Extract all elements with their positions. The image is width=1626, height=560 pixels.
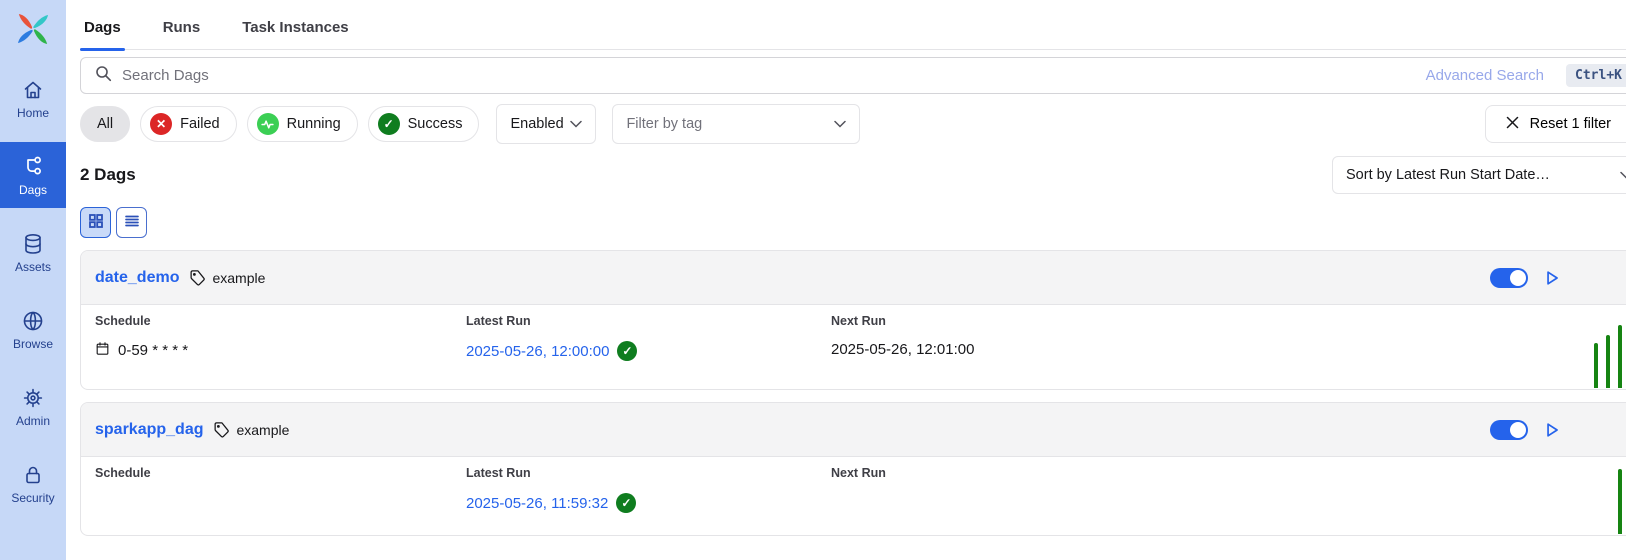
browse-icon	[21, 309, 45, 333]
latest-run-label: Latest Run	[466, 314, 831, 328]
chevron-down-icon	[570, 116, 582, 132]
schedule-value: 0-59 * * * *	[118, 342, 188, 359]
filter-chip-running[interactable]: Running	[247, 106, 358, 142]
run-duration-bar[interactable]	[1618, 325, 1622, 388]
sort-select[interactable]: Sort by Latest Run Start Date…	[1332, 156, 1626, 194]
enabled-filter-select[interactable]: Enabled	[496, 104, 596, 144]
advanced-search-link[interactable]: Advanced Search	[1426, 67, 1544, 84]
chip-label: Failed	[180, 116, 220, 132]
tag-filter-select[interactable]: Filter by tag	[612, 104, 860, 144]
success-check-icon: ✓	[616, 493, 636, 513]
filter-chip-failed[interactable]: ✕ Failed	[140, 106, 237, 142]
sidebar-item-label: Assets	[15, 261, 51, 273]
shortcut-badge: Ctrl+K	[1566, 64, 1626, 87]
sidebar-item-browse[interactable]: Browse	[0, 296, 66, 362]
success-circle-icon: ✓	[378, 113, 400, 135]
dag-card-date-demo: date_demo example	[80, 250, 1626, 390]
dag-count-heading: 2 Dags	[80, 165, 136, 185]
reset-label: Reset 1 filter	[1530, 116, 1611, 132]
search-input[interactable]	[122, 67, 1416, 84]
tag-placeholder: Filter by tag	[626, 116, 702, 132]
tag-icon	[213, 421, 230, 438]
chip-label: All	[97, 116, 113, 132]
schedule-label: Schedule	[95, 466, 466, 480]
airflow-logo-icon[interactable]	[13, 9, 53, 54]
chevron-down-icon	[1620, 167, 1626, 183]
sidebar-item-security[interactable]: Security	[0, 450, 66, 516]
trigger-dag-button[interactable]	[1543, 269, 1561, 287]
run-duration-bars	[1618, 469, 1622, 534]
selected-sort: Sort by Latest Run Start Date…	[1346, 167, 1550, 183]
schedule-label: Schedule	[95, 314, 466, 328]
sidebar-item-label: Dags	[19, 184, 47, 196]
dag-card-body: Schedule Latest Run 2025-05-26, 11:59:32…	[81, 457, 1626, 535]
toggle-knob	[1510, 422, 1526, 438]
home-icon	[21, 78, 45, 102]
list-icon	[123, 212, 141, 233]
assets-icon	[21, 232, 45, 256]
dag-card-header: sparkapp_dag example	[81, 403, 1626, 457]
run-duration-bars	[1594, 325, 1622, 388]
main-content: Dags Runs Task Instances Advanced Search…	[66, 0, 1626, 560]
grid-view-button[interactable]	[80, 207, 111, 238]
grid-icon	[87, 212, 105, 233]
failed-circle-icon: ✕	[150, 113, 172, 135]
sidebar-item-admin[interactable]: Admin	[0, 373, 66, 439]
sidebar-item-home[interactable]: Home	[0, 65, 66, 131]
view-toggle-group	[80, 207, 1626, 238]
admin-icon	[21, 386, 45, 410]
tab-runs[interactable]: Runs	[159, 19, 205, 49]
tab-dags[interactable]: Dags	[80, 19, 125, 49]
airflow-app: Home Dags Assets	[0, 0, 1626, 560]
search-bar: Advanced Search Ctrl+K	[80, 57, 1626, 94]
sidebar-item-label: Admin	[16, 415, 50, 427]
dag-card-header: date_demo example	[81, 251, 1626, 305]
tag-icon	[189, 269, 206, 286]
run-duration-bar[interactable]	[1594, 343, 1598, 388]
filters-row: All ✕ Failed Running ✓ Success Enabled	[80, 104, 1626, 144]
run-duration-bar[interactable]	[1606, 335, 1610, 388]
latest-run-link[interactable]: 2025-05-26, 12:00:00	[466, 343, 609, 360]
tab-task-instances[interactable]: Task Instances	[238, 19, 352, 49]
search-icon	[95, 65, 112, 87]
sidebar-item-label: Home	[17, 107, 49, 119]
filter-chip-success[interactable]: ✓ Success	[368, 106, 480, 142]
next-run-value: 2025-05-26, 12:01:00	[831, 341, 974, 358]
chip-label: Running	[287, 116, 341, 132]
chip-label: Success	[408, 116, 463, 132]
dag-tag[interactable]: example	[212, 270, 265, 286]
reset-filters-button[interactable]: Reset 1 filter	[1485, 105, 1626, 143]
toggle-knob	[1510, 270, 1526, 286]
calendar-icon	[95, 341, 110, 360]
next-run-label: Next Run	[831, 466, 886, 480]
dag-name-link[interactable]: sparkapp_dag	[95, 421, 203, 439]
list-view-button[interactable]	[116, 207, 147, 238]
sidebar: Home Dags Assets	[0, 0, 66, 560]
chevron-down-icon	[834, 116, 846, 132]
summary-row: 2 Dags Sort by Latest Run Start Date…	[80, 156, 1626, 194]
next-run-label: Next Run	[831, 314, 974, 328]
filter-chip-all[interactable]: All	[80, 106, 130, 142]
sidebar-item-assets[interactable]: Assets	[0, 219, 66, 285]
sidebar-item-label: Security	[11, 492, 54, 504]
run-duration-bar[interactable]	[1618, 469, 1622, 534]
close-icon	[1506, 116, 1519, 133]
top-tabbar: Dags Runs Task Instances	[80, 0, 1626, 50]
dag-pause-toggle[interactable]	[1490, 268, 1528, 288]
security-icon	[21, 463, 45, 487]
dag-tag[interactable]: example	[236, 422, 289, 438]
dag-card-body: Schedule 0-59 * * * * Latest Run 2025-05…	[81, 305, 1626, 389]
trigger-dag-button[interactable]	[1543, 421, 1561, 439]
dag-name-link[interactable]: date_demo	[95, 269, 179, 287]
sidebar-item-label: Browse	[13, 338, 53, 350]
latest-run-label: Latest Run	[466, 466, 831, 480]
running-circle-icon	[257, 113, 279, 135]
selected-value: Enabled	[510, 116, 563, 132]
sidebar-item-dags[interactable]: Dags	[0, 142, 66, 208]
dag-pause-toggle[interactable]	[1490, 420, 1528, 440]
dag-card-sparkapp-dag: sparkapp_dag example	[80, 402, 1626, 536]
latest-run-link[interactable]: 2025-05-26, 11:59:32	[466, 495, 608, 512]
dags-icon	[21, 155, 45, 179]
success-check-icon: ✓	[617, 341, 637, 361]
